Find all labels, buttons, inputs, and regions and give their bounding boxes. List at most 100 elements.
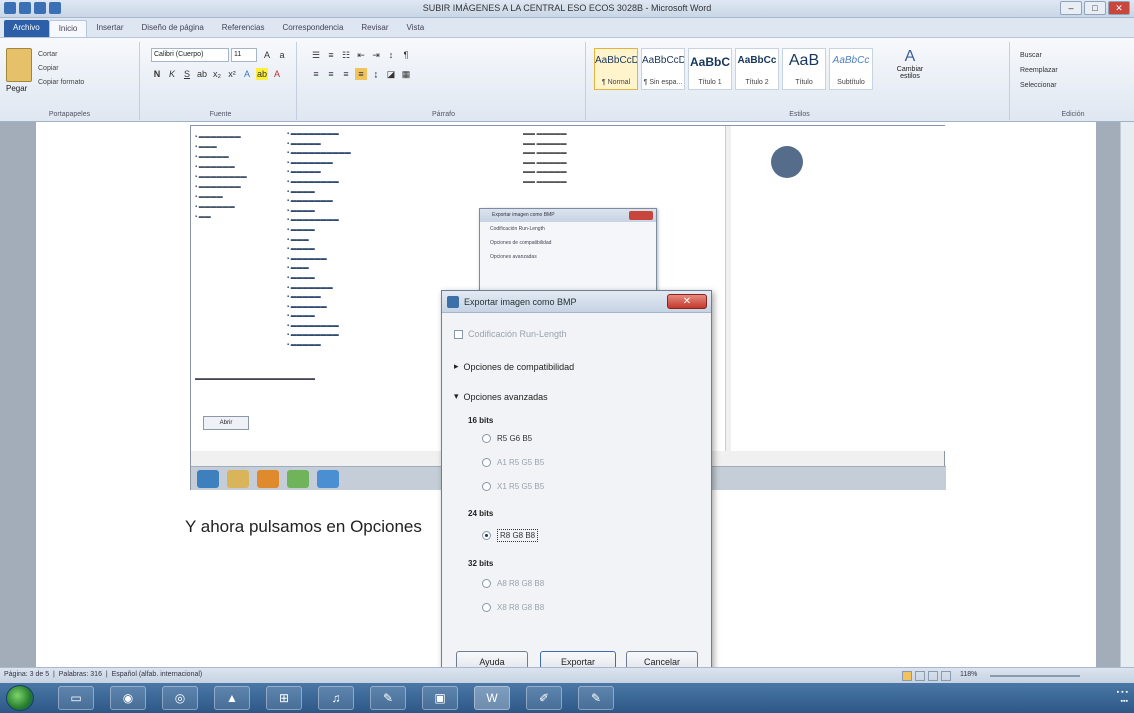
- close-window-button[interactable]: ✕: [1108, 1, 1130, 15]
- word-count[interactable]: Palabras: 316: [59, 671, 102, 678]
- multilevel-list-icon[interactable]: ☷: [340, 49, 352, 61]
- font-group: Calibri (Cuerpo) 11 A a N K S ab x₂ x² A…: [145, 42, 297, 120]
- system-tray[interactable]: ▪ ▪ ▪ ▪▪▪: [1117, 688, 1128, 706]
- full-screen-icon[interactable]: [915, 671, 925, 681]
- advanced-options-expander[interactable]: ▾ Opciones avanzadas: [454, 391, 548, 402]
- change-styles-icon: A: [904, 48, 916, 65]
- paste-icon[interactable]: [6, 48, 32, 82]
- web-layout-icon[interactable]: [928, 671, 938, 681]
- taskbar-gimp-icon[interactable]: ✎: [370, 686, 406, 710]
- taskbar-paint-icon[interactable]: ✐: [526, 686, 562, 710]
- cut-button[interactable]: Cortar: [38, 48, 84, 62]
- paragraph-group: ☰ ≡ ☷ ⇤ ⇥ ↕ ¶ ≡ ≡ ≡ ≡ ↨ ◪ ▦ Párrafo: [302, 42, 586, 120]
- minimize-button[interactable]: –: [1060, 1, 1082, 15]
- superscript-icon[interactable]: x²: [226, 68, 238, 80]
- style-no-spacing[interactable]: AaBbCcDc ¶ Sin espa...: [641, 48, 685, 90]
- tab-revisar[interactable]: Revisar: [352, 20, 397, 37]
- vertical-scrollbar[interactable]: [1120, 122, 1134, 667]
- start-button[interactable]: [6, 685, 34, 711]
- dialog-close-button[interactable]: ✕: [667, 294, 707, 309]
- page-count[interactable]: Página: 3 de 5: [4, 671, 49, 678]
- tab-vista[interactable]: Vista: [398, 20, 434, 37]
- align-right-icon[interactable]: ≡: [340, 68, 352, 80]
- shrink-font-icon[interactable]: a: [276, 49, 288, 61]
- font-size-select[interactable]: 11: [231, 48, 257, 62]
- zoom-slider[interactable]: [990, 675, 1080, 677]
- bullets-icon[interactable]: ☰: [310, 49, 322, 61]
- subscript-icon[interactable]: x₂: [211, 68, 223, 80]
- tab-insertar[interactable]: Insertar: [87, 20, 132, 37]
- checkbox-icon: [454, 329, 463, 339]
- align-center-icon[interactable]: ≡: [325, 68, 337, 80]
- editing-group: Buscar Reemplazar Seleccionar Edición: [1014, 42, 1132, 120]
- change-styles-button[interactable]: A Cambiar estilos: [886, 48, 934, 92]
- explorer-filename-field: ▬▬▬▬▬▬▬▬▬▬▬▬▬▬▬▬▬▬▬▬: [195, 376, 315, 382]
- grow-font-icon[interactable]: A: [261, 49, 273, 61]
- show-marks-icon[interactable]: ¶: [400, 49, 412, 61]
- radio-x8r8g8b8[interactable]: X8 R8 G8 B8: [482, 603, 544, 612]
- style-heading-2[interactable]: AaBbCc Título 2: [735, 48, 779, 90]
- print-layout-icon[interactable]: [902, 671, 912, 681]
- strikethrough-icon[interactable]: ab: [196, 68, 208, 80]
- dialog-title-bar[interactable]: Exportar imagen como BMP ✕: [442, 291, 711, 313]
- increase-indent-icon[interactable]: ⇥: [370, 49, 382, 61]
- replace-button[interactable]: Reemplazar: [1020, 63, 1058, 78]
- decrease-indent-icon[interactable]: ⇤: [355, 49, 367, 61]
- find-button[interactable]: Buscar: [1020, 48, 1058, 63]
- tab-diseno[interactable]: Diseño de página: [133, 20, 213, 37]
- style-heading-1[interactable]: AaBbC Título 1: [688, 48, 732, 90]
- sort-icon[interactable]: ↕: [385, 49, 397, 61]
- underline-icon[interactable]: S: [181, 68, 193, 80]
- outline-icon[interactable]: [941, 671, 951, 681]
- line-spacing-icon[interactable]: ↨: [370, 68, 382, 80]
- tab-archivo[interactable]: Archivo: [4, 20, 49, 37]
- tab-inicio[interactable]: Inicio: [48, 20, 88, 37]
- taskbar-gimp2-icon[interactable]: ✎: [578, 686, 614, 710]
- taskbar-grid-icon[interactable]: ⊞: [266, 686, 302, 710]
- taskbar-folder-icon[interactable]: ▭: [58, 686, 94, 710]
- copy-button[interactable]: Copiar: [38, 62, 84, 76]
- radio-x1r5g5b5[interactable]: X1 R5 G5 B5: [482, 482, 544, 491]
- italic-icon[interactable]: K: [166, 68, 178, 80]
- maximize-button[interactable]: □: [1084, 1, 1106, 15]
- taskbar-word-icon[interactable]: W: [474, 686, 510, 710]
- align-left-icon[interactable]: ≡: [310, 68, 322, 80]
- bits24-header: 24 bits: [468, 509, 494, 518]
- format-painter-button[interactable]: Copiar formato: [38, 76, 84, 90]
- shading-icon[interactable]: ◪: [385, 68, 397, 80]
- rle-checkbox[interactable]: Codificación Run-Length: [454, 329, 567, 339]
- language-indicator[interactable]: Español (alfab. internacional): [112, 671, 203, 678]
- style-title[interactable]: AaB Título: [782, 48, 826, 90]
- select-button[interactable]: Seleccionar: [1020, 78, 1058, 93]
- document-caption-text[interactable]: Y ahora pulsamos en Opciones: [185, 517, 422, 537]
- compat-options-expander[interactable]: ▸ Opciones de compatibilidad: [454, 361, 574, 372]
- embedded-start-icon: [197, 470, 219, 488]
- taskbar-itunes-icon[interactable]: ♫: [318, 686, 354, 710]
- zoom-level[interactable]: 118%: [960, 671, 977, 678]
- radio-selected-icon: [482, 531, 491, 540]
- highlight-icon[interactable]: ab: [256, 68, 268, 80]
- radio-r5g6b5[interactable]: R5 G6 B5: [482, 434, 532, 443]
- radio-a1r5g5b5[interactable]: A1 R5 G5 B5: [482, 458, 544, 467]
- justify-icon[interactable]: ≡: [355, 68, 367, 80]
- taskbar-drive-icon[interactable]: ▲: [214, 686, 250, 710]
- embedded-app-icon: [257, 470, 279, 488]
- paste-button[interactable]: Pegar: [6, 84, 27, 93]
- numbering-icon[interactable]: ≡: [325, 49, 337, 61]
- font-color-icon[interactable]: A: [271, 68, 283, 80]
- radio-a8r8g8b8[interactable]: A8 R8 G8 B8: [482, 579, 544, 588]
- style-subtitle[interactable]: AaBbCc Subtítulo: [829, 48, 873, 90]
- borders-icon[interactable]: ▦: [400, 68, 412, 80]
- radio-r8g8b8[interactable]: R8 G8 B8: [482, 529, 539, 542]
- taskbar-chrome-icon[interactable]: ◎: [162, 686, 198, 710]
- font-name-select[interactable]: Calibri (Cuerpo): [151, 48, 229, 62]
- taskbar-image-icon[interactable]: ▣: [422, 686, 458, 710]
- tab-referencias[interactable]: Referencias: [213, 20, 274, 37]
- export-bmp-dialog: Exportar imagen como BMP ✕ Codificación …: [441, 290, 712, 686]
- tab-correspondencia[interactable]: Correspondencia: [273, 20, 352, 37]
- text-effects-icon[interactable]: A: [241, 68, 253, 80]
- style-normal[interactable]: AaBbCcDc ¶ Normal: [594, 48, 638, 90]
- bold-icon[interactable]: N: [151, 68, 163, 80]
- embedded-folder-icon: [227, 470, 249, 488]
- taskbar-firefox-icon[interactable]: ◉: [110, 686, 146, 710]
